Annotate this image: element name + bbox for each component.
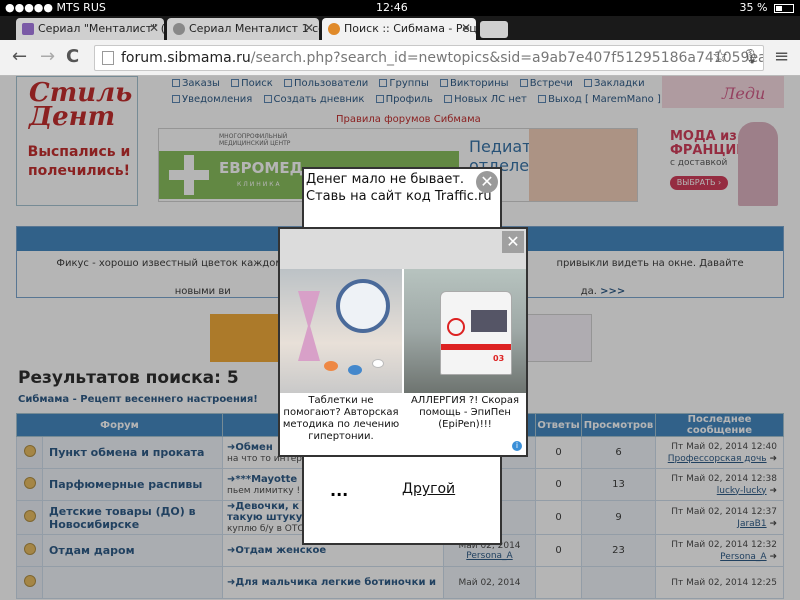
tab-mentalist-1[interactable]: Сериал "Менталист" (20... ✕	[16, 18, 164, 40]
menu-icon[interactable]: ≡	[774, 46, 789, 67]
tab-mentalist-2[interactable]: Сериал Менталист 1 се... ✕	[167, 18, 319, 40]
other-link[interactable]: Другой	[402, 481, 455, 497]
traffic-popup-text[interactable]: Денег мало не бывает. Ставь на сайт код …	[304, 169, 500, 223]
forward-icon[interactable]: →	[40, 46, 55, 67]
address-bar[interactable]: forum.sibmama.ru/search.php?search_id=ne…	[94, 45, 764, 71]
ad-allergy[interactable]: 03 АЛЛЕРГИЯ ?! Скорая помощь - ЭпиПен (E…	[404, 269, 526, 453]
mic-icon[interactable]: 🎙	[742, 49, 760, 65]
tab-title: Сериал "Менталист" (20...	[38, 22, 164, 35]
url-path: /search.php?search_id=newtopics&sid=a9ab…	[250, 50, 764, 66]
carrier-label: ●●●●● MTS RUS	[5, 1, 106, 14]
url-host: forum.sibmama.ru	[121, 50, 251, 66]
pill-shape	[324, 361, 338, 371]
tab-strip: Сериал "Менталист" (20... ✕ Сериал Мента…	[0, 16, 800, 40]
pill-shape	[348, 365, 362, 375]
status-bar: ●●●●● MTS RUS 12:46 35 %	[0, 0, 800, 16]
pill-shape	[372, 359, 384, 368]
battery-icon	[774, 3, 794, 13]
ad-caption: Таблетки не помогают? Авторская методика…	[282, 395, 400, 442]
page-icon	[102, 51, 114, 65]
red-cross-icon	[447, 318, 465, 336]
status-right: 35 %	[740, 1, 794, 14]
browser-toolbar: ← → C forum.sibmama.ru/search.php?search…	[0, 40, 800, 76]
clock: 12:46	[376, 1, 408, 14]
hourglass-shape	[298, 291, 320, 361]
close-tab-icon[interactable]: ✕	[461, 21, 471, 35]
back-icon[interactable]: ←	[12, 46, 27, 67]
battery-percent: 35 %	[739, 1, 768, 14]
close-icon[interactable]: ✕	[476, 171, 498, 193]
tab-favicon-icon	[328, 23, 340, 35]
reload-icon[interactable]: C	[66, 46, 79, 67]
tab-title: Сериал Менталист 1 се...	[189, 22, 319, 35]
tab-favicon-icon	[22, 23, 34, 35]
ad-blood-pressure-image	[280, 269, 402, 393]
ad-hypertension[interactable]: Таблетки не помогают? Авторская методика…	[280, 269, 402, 453]
ad-ambulance-image: 03	[404, 269, 526, 393]
gauge-shape	[336, 279, 390, 333]
more-dots[interactable]: ...	[330, 481, 348, 500]
ad-info-icon[interactable]: i	[512, 441, 522, 451]
ambulance-shape: 03	[440, 291, 512, 375]
ads-popup-header	[280, 229, 526, 269]
tab-sibmama-search[interactable]: Поиск :: Сибмама - Рецеп... ✕	[322, 18, 476, 40]
ambulance-window	[471, 310, 507, 332]
ad-caption: АЛЛЕРГИЯ ?! Скорая помощь - ЭпиПен (EpiP…	[410, 395, 520, 430]
ambulance-number: 03	[493, 354, 505, 363]
star-icon[interactable]: ☆	[712, 46, 728, 67]
close-tab-icon[interactable]: ✕	[304, 21, 314, 35]
tab-title: Поиск :: Сибмама - Рецеп...	[344, 22, 476, 35]
tab-favicon-icon	[173, 23, 185, 35]
ads-popup: ✕ Таблетки не помогают? Авторская методи…	[278, 227, 528, 457]
new-tab-button[interactable]	[480, 21, 508, 38]
ambulance-stripe	[441, 344, 511, 350]
close-tab-icon[interactable]: ✕	[149, 21, 159, 35]
close-icon[interactable]: ✕	[502, 231, 524, 253]
